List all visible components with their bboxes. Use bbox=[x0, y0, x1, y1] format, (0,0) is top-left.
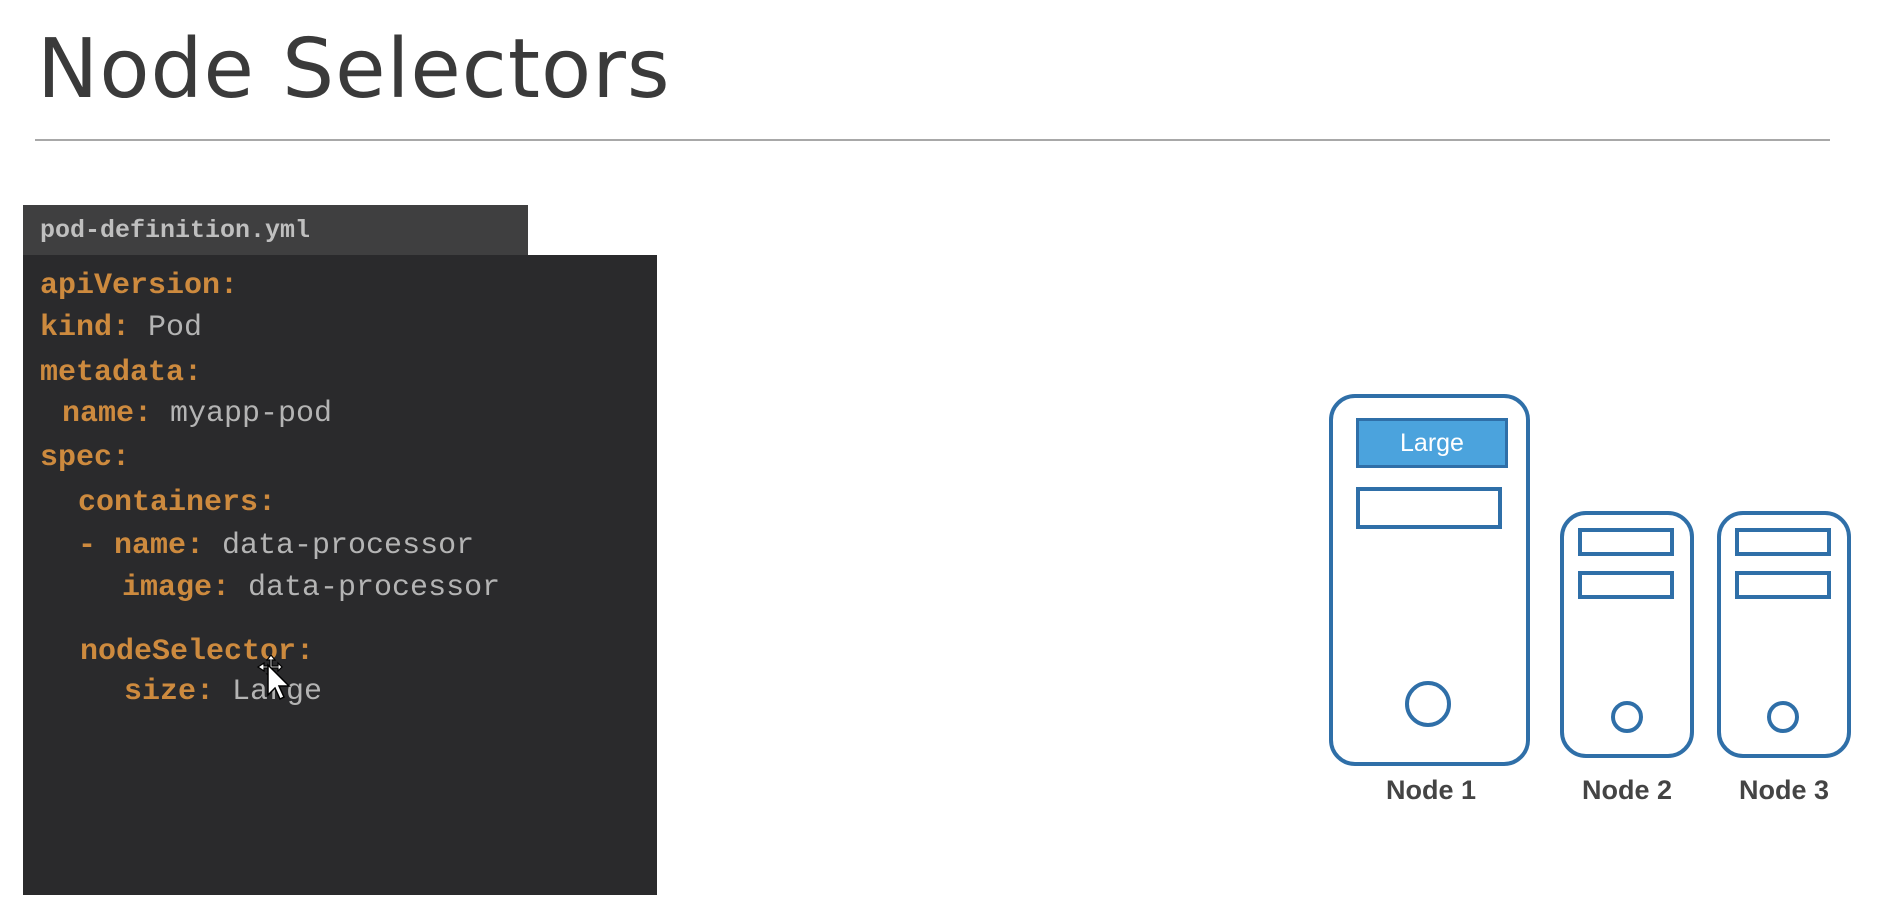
code-line: size: Large bbox=[124, 674, 322, 710]
yaml-key: size: bbox=[124, 675, 215, 709]
code-line: image: data-processor bbox=[122, 570, 500, 606]
drive-slot bbox=[1578, 528, 1674, 556]
yaml-key: containers: bbox=[78, 486, 277, 520]
yaml-key: image: bbox=[122, 571, 231, 605]
code-line: containers: bbox=[78, 485, 276, 521]
code-line: apiVersion: bbox=[40, 268, 238, 304]
yaml-key: - name: bbox=[78, 529, 205, 563]
yaml-key: apiVersion: bbox=[40, 269, 239, 303]
code-line: name: myapp-pod bbox=[62, 396, 332, 432]
drive-slot bbox=[1578, 571, 1674, 599]
slide-title: Node Selectors bbox=[37, 22, 671, 117]
code-line: spec: bbox=[40, 440, 130, 476]
yaml-value: Pod bbox=[130, 311, 203, 345]
yaml-value: data-processor bbox=[204, 529, 475, 563]
power-button-icon bbox=[1405, 681, 1451, 727]
yaml-key: metadata: bbox=[40, 356, 203, 390]
node-label: Node 2 bbox=[1581, 775, 1673, 805]
drive-slot bbox=[1735, 571, 1831, 599]
power-button-icon bbox=[1767, 701, 1799, 733]
yaml-value: data-processor bbox=[230, 571, 501, 605]
file-name-tab: pod-definition.yml bbox=[23, 205, 528, 257]
code-line: metadata: bbox=[40, 355, 202, 391]
yaml-value: myapp-pod bbox=[152, 397, 333, 431]
title-divider bbox=[35, 139, 1830, 141]
move-cursor-icon bbox=[256, 655, 291, 701]
yaml-key: kind: bbox=[40, 311, 131, 345]
yaml-key: spec: bbox=[40, 441, 131, 475]
node-label: Node 1 bbox=[1385, 775, 1477, 805]
code-line: kind: Pod bbox=[40, 310, 202, 346]
drive-slot bbox=[1735, 528, 1831, 556]
power-button-icon bbox=[1611, 701, 1643, 733]
yaml-key: name: bbox=[62, 397, 153, 431]
code-line: - name: data-processor bbox=[78, 528, 474, 564]
drive-slot bbox=[1356, 487, 1502, 529]
node-label: Node 3 bbox=[1738, 775, 1830, 805]
node-size-label: Large bbox=[1356, 418, 1508, 468]
